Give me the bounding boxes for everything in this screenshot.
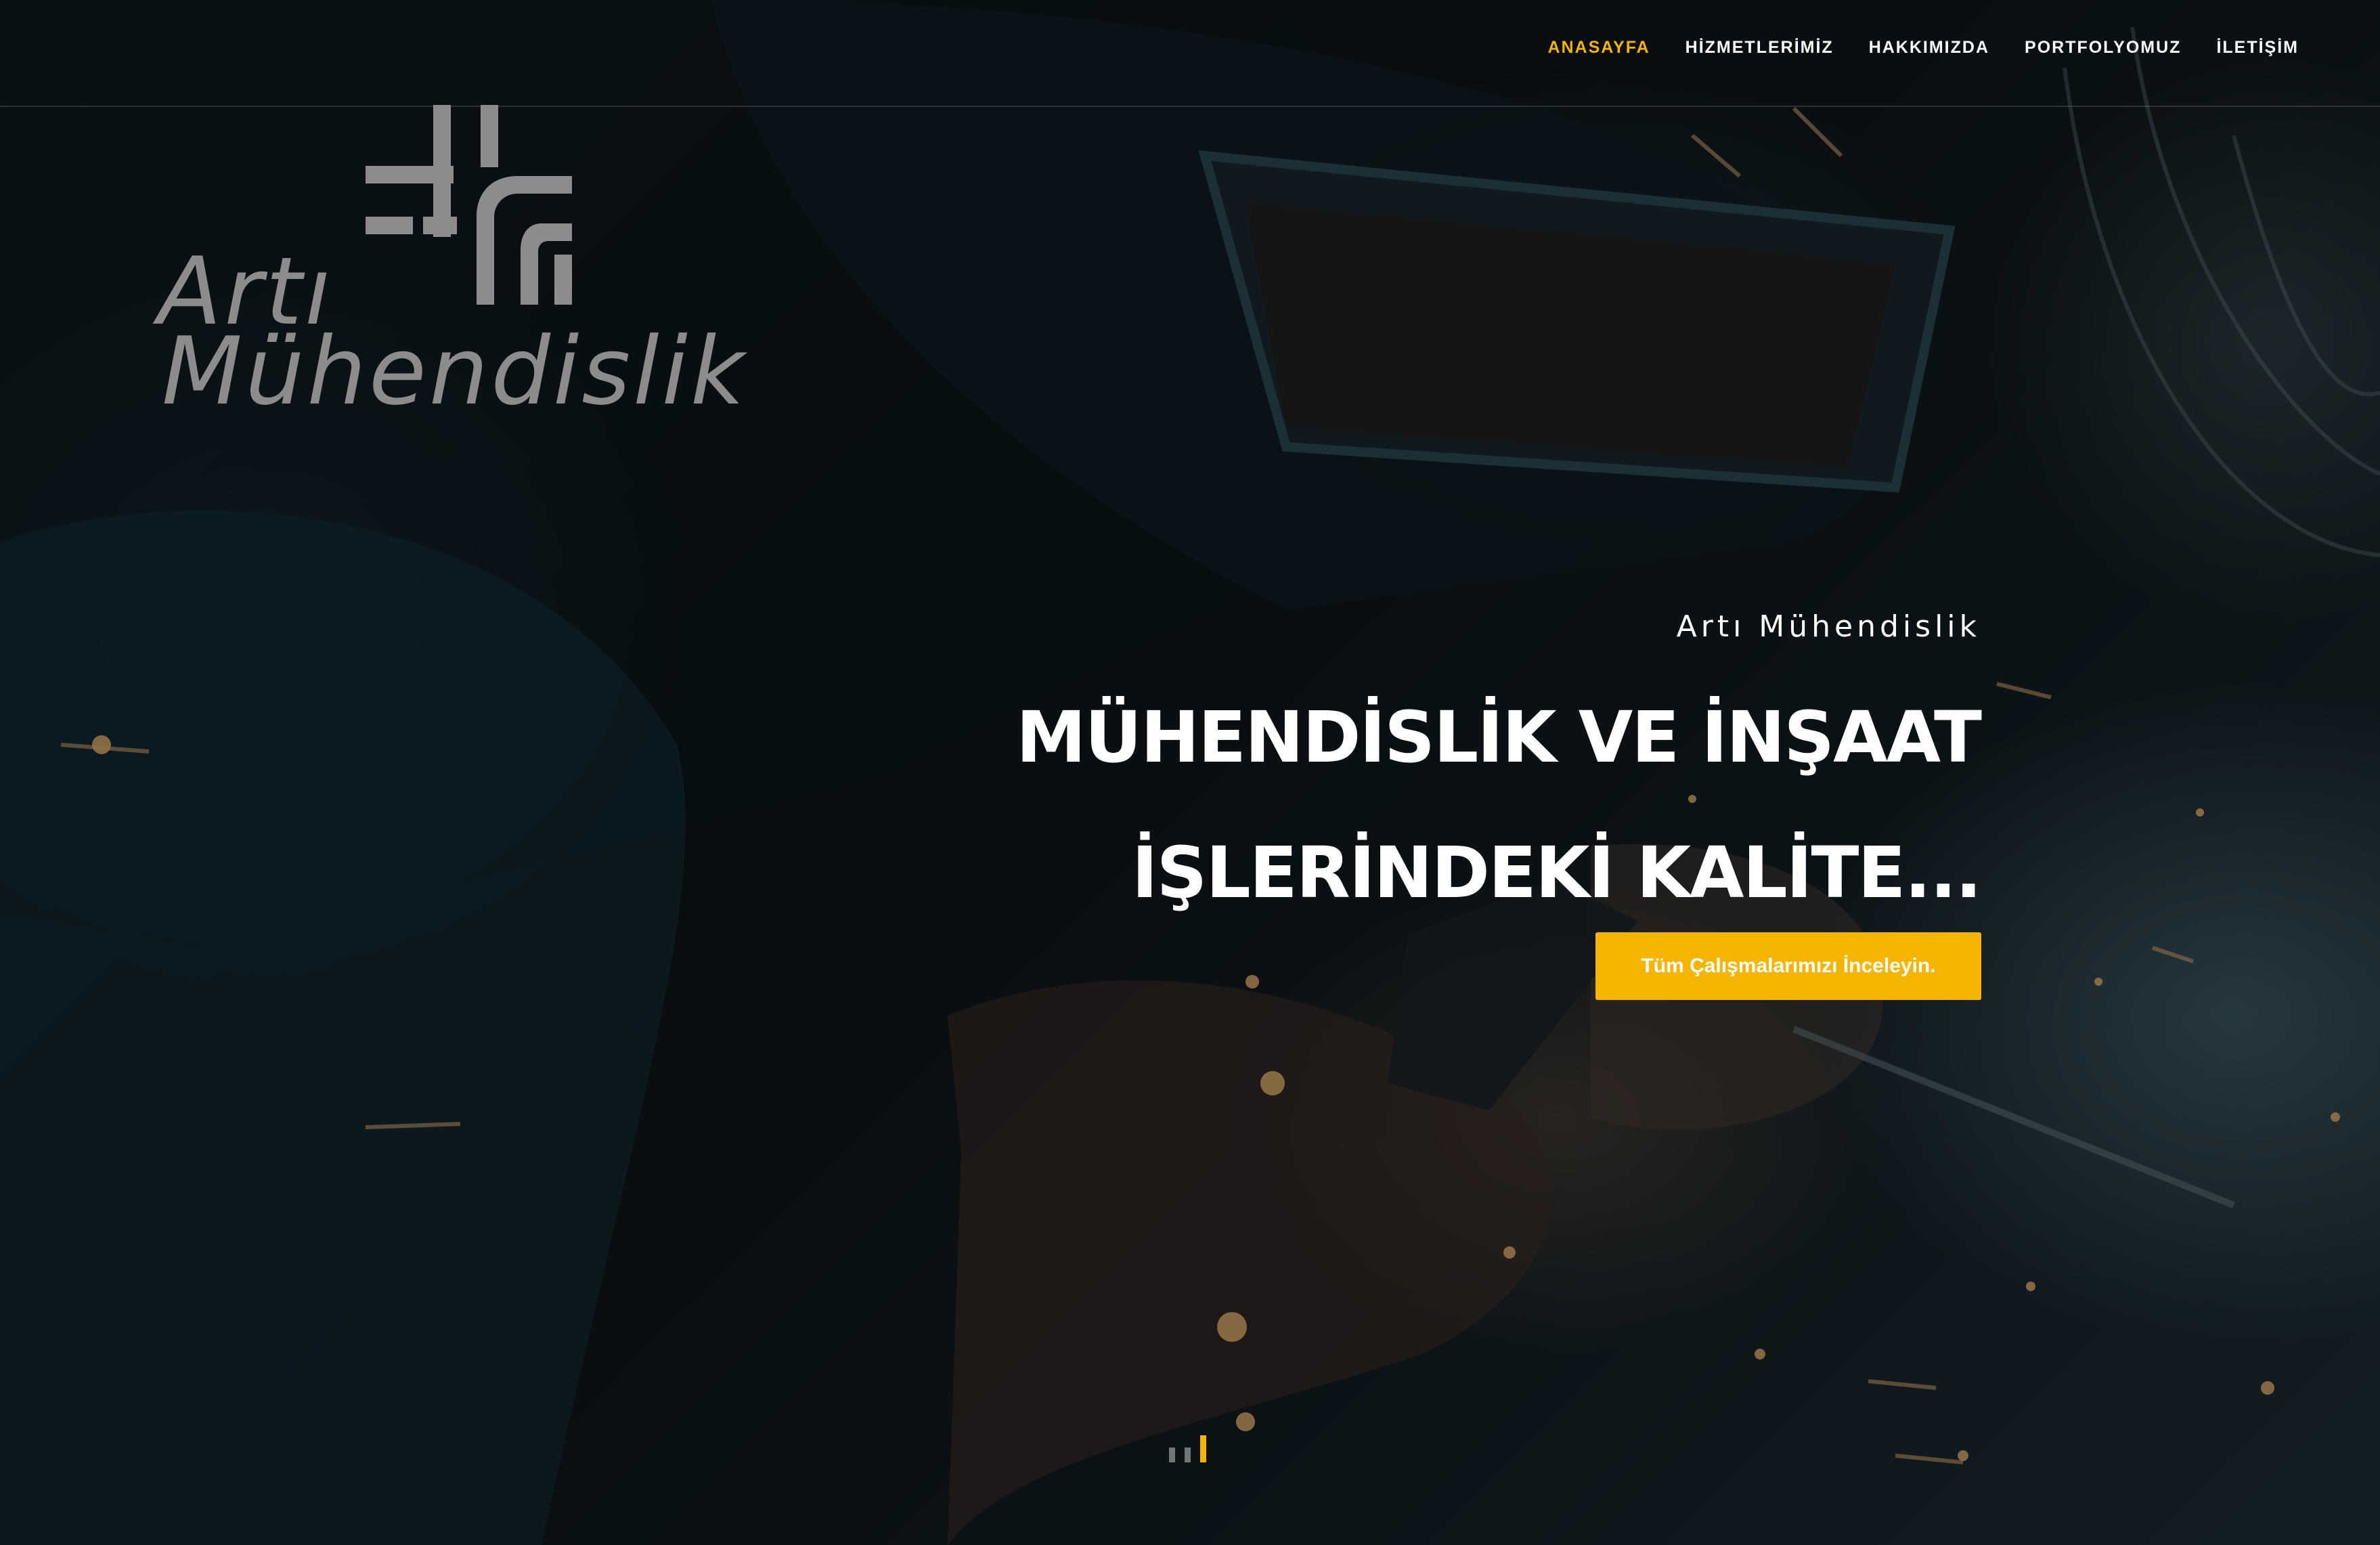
hero-section: ANASAYFA HİZMETLERİMİZ HAKKIMIZDA PORTFO…	[0, 0, 2380, 1545]
nav-item-iletisim[interactable]: İLETİŞİM	[2216, 38, 2299, 58]
view-all-works-button[interactable]: Tüm Çalışmalarımızı İnceleyin.	[1595, 932, 1981, 1000]
slider-dot-1[interactable]	[1169, 1448, 1175, 1462]
logo-text-line2: Mühendislik	[162, 317, 747, 426]
hero-content: Artı Mühendislik MÜHENDİSLİK VE İNŞAAT İ…	[1016, 609, 1982, 940]
nav-item-hizmetlerimiz[interactable]: HİZMETLERİMİZ	[1685, 38, 1834, 58]
nav-item-portfolyomuz[interactable]: PORTFOLYOMUZ	[2025, 38, 2181, 58]
slider-pagination	[1169, 1435, 1206, 1462]
site-logo[interactable]: Artı Mühendislik	[152, 102, 816, 427]
nav-menu: ANASAYFA HİZMETLERİMİZ HAKKIMIZDA PORTFO…	[1547, 38, 2299, 58]
nav-item-anasayfa[interactable]: ANASAYFA	[1547, 38, 1650, 58]
hero-headline: MÜHENDİSLİK VE İNŞAAT İŞLERİNDEKİ KALİTE…	[1016, 670, 1982, 940]
hero-headline-line1: MÜHENDİSLİK VE İNŞAAT	[1016, 696, 1982, 779]
slider-dot-3[interactable]	[1200, 1435, 1206, 1462]
hero-headline-line2: İŞLERİNDEKİ KALİTE...	[1131, 831, 1982, 914]
nav-item-hakkimizda[interactable]: HAKKIMIZDA	[1869, 38, 1989, 58]
top-navigation: ANASAYFA HİZMETLERİMİZ HAKKIMIZDA PORTFO…	[0, 0, 2380, 107]
slider-dot-2[interactable]	[1185, 1448, 1191, 1462]
hero-subtitle: Artı Mühendislik	[1676, 609, 1981, 644]
